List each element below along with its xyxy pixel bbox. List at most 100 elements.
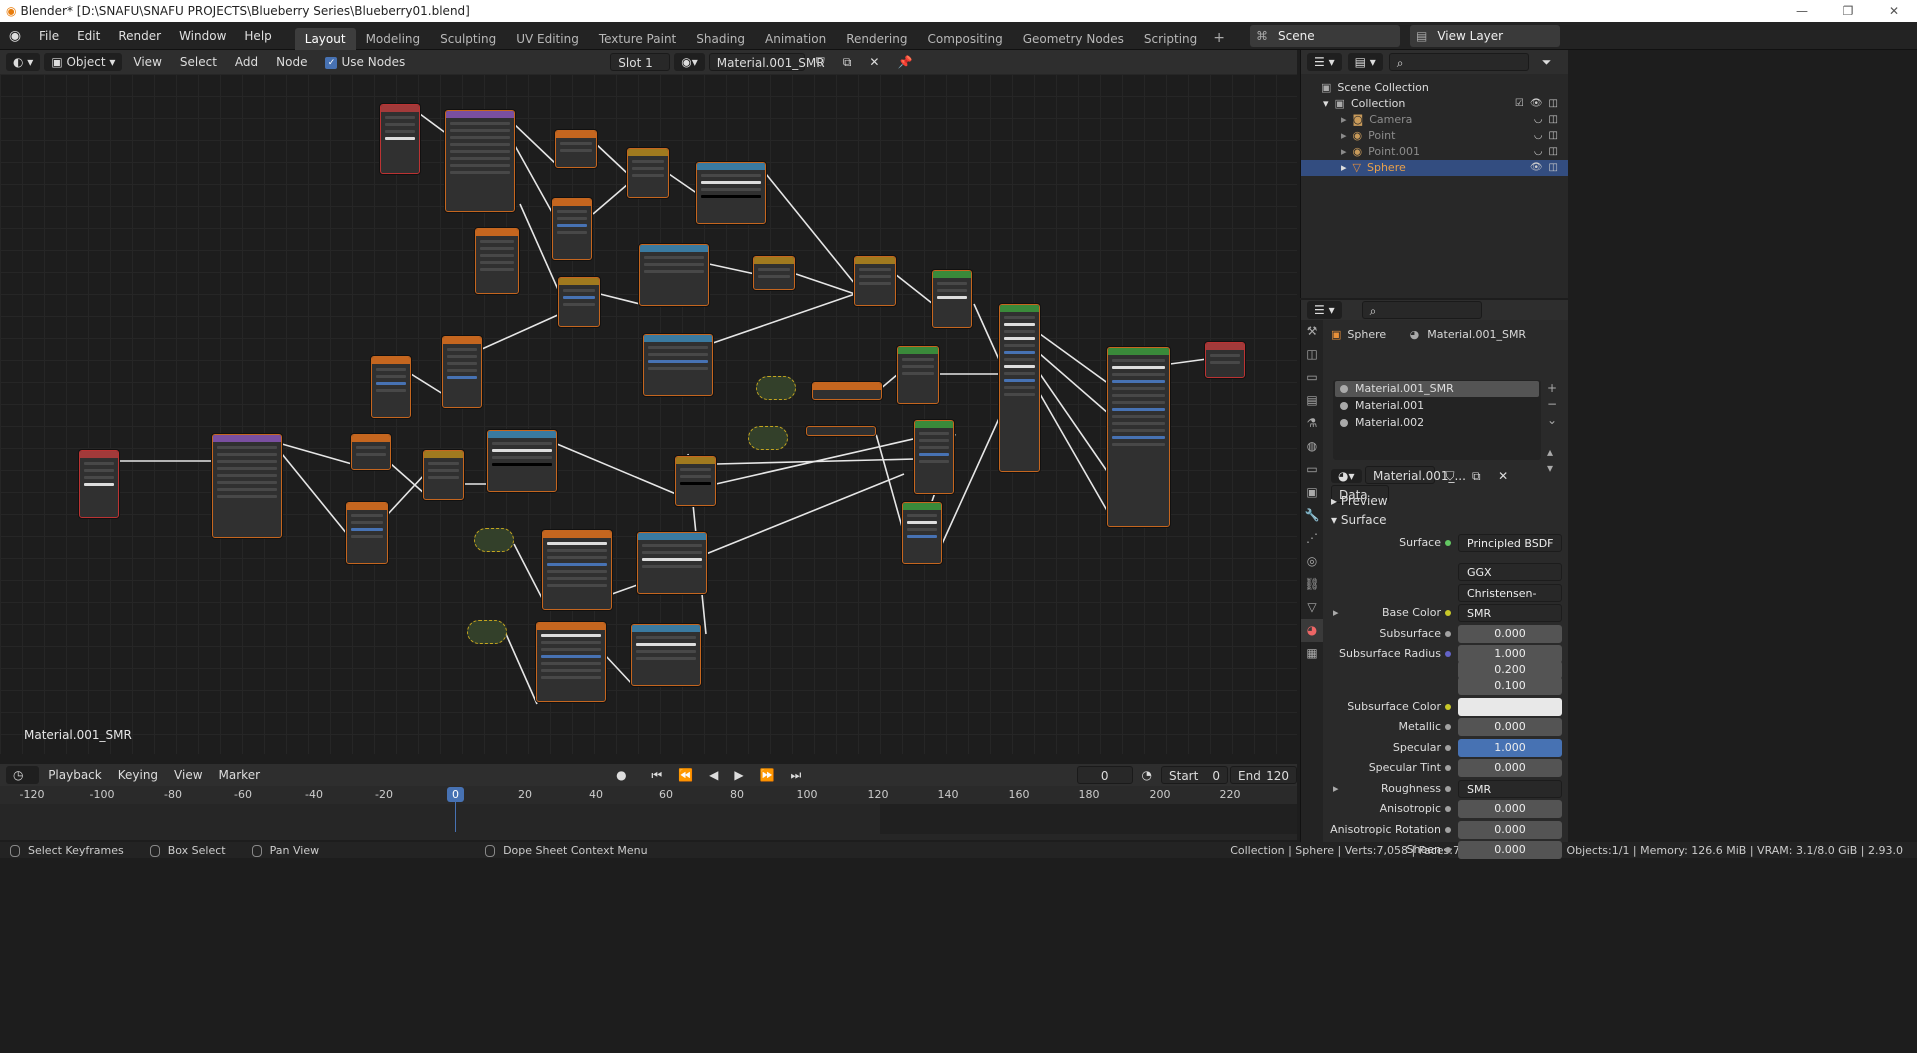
tab-texture-paint[interactable]: Texture Paint <box>589 28 686 50</box>
jump-end-button[interactable]: ⏭ <box>784 766 809 784</box>
pin-icon[interactable]: 📌 <box>890 53 919 71</box>
record-button[interactable]: ● ▾ <box>609 766 642 800</box>
play-reverse-button[interactable]: ◀ <box>702 766 725 784</box>
menu-render[interactable]: Render <box>109 22 170 50</box>
node-texture-coordinate-2[interactable] <box>79 450 119 518</box>
node-voronoi-texture[interactable] <box>442 336 482 408</box>
node-principled-bsdf[interactable] <box>1107 347 1170 527</box>
menu-playback[interactable]: Playback <box>41 766 109 784</box>
node-reroute-group-4[interactable] <box>467 620 507 644</box>
menu-add[interactable]: Add <box>228 53 265 71</box>
duplicate-material-icon[interactable]: ⧉ <box>836 53 859 71</box>
node-group-image-1[interactable] <box>812 382 882 400</box>
node-reroute-group-1[interactable] <box>756 376 796 400</box>
visibility-icons[interactable]: ☑👁◫ <box>1515 96 1564 112</box>
prop-value[interactable]: SMR <box>1458 604 1562 622</box>
prop-value[interactable]: GGX <box>1458 563 1562 581</box>
tab-physics-icon[interactable]: ◎ <box>1301 550 1323 573</box>
tab-animation[interactable]: Animation <box>755 28 836 50</box>
start-frame-field[interactable]: Start 0 <box>1161 766 1228 784</box>
node-color-ramp-3[interactable] <box>643 334 713 396</box>
fake-user-icon[interactable]: ⛉ <box>1439 469 1462 483</box>
list-item[interactable]: Material.001_SMR <box>1335 381 1539 397</box>
timeline-ruler[interactable]: -120 -100 -80 -60 -40 -20 20 40 60 80 10… <box>0 786 1297 804</box>
prop-roughness[interactable]: ▸ Roughness SMR <box>1325 780 1569 798</box>
filter-icon[interactable]: ⏷ <box>1535 53 1559 71</box>
playhead[interactable]: 0 <box>447 787 464 802</box>
duplicate-icon[interactable]: ⧉ <box>1465 469 1488 483</box>
prop-value[interactable]: 0.000 <box>1458 759 1562 777</box>
tab-scripting[interactable]: Scripting <box>1134 28 1207 50</box>
prop-anisotropic[interactable]: Anisotropic 0.000 <box>1325 800 1569 818</box>
prop-base-color[interactable]: ▸ Base Color SMR <box>1325 604 1569 622</box>
node-reroute-group-2[interactable] <box>748 426 788 450</box>
node-noise-texture-3[interactable] <box>346 502 388 564</box>
menu-select[interactable]: Select <box>173 53 224 71</box>
node-mix-1[interactable] <box>627 148 669 198</box>
list-item[interactable]: Material.001 <box>1335 398 1539 414</box>
menu-keying[interactable]: Keying <box>111 766 165 784</box>
outliner-collection[interactable]: ▾ ▣ Collection ☑👁◫ <box>1301 96 1568 112</box>
blender-menu-icon[interactable]: ◉ <box>0 28 30 44</box>
node-mix-4[interactable] <box>423 450 464 500</box>
list-item[interactable]: Material.002 <box>1335 415 1539 431</box>
tab-particles-icon[interactable]: ⋰ <box>1301 527 1323 550</box>
tab-modeling[interactable]: Modeling <box>356 28 431 50</box>
tab-shading[interactable]: Shading <box>686 28 755 50</box>
menu-timeline-view[interactable]: View <box>167 766 209 784</box>
editor-type-button[interactable]: ◐ ▾ <box>6 53 41 71</box>
prop-subsurface-color[interactable]: Subsurface Color <box>1325 698 1569 716</box>
prop-specular[interactable]: Specular 1.000 <box>1325 739 1569 757</box>
expand-icon[interactable]: ▸ <box>1333 606 1339 619</box>
prop-value[interactable]: 0.000 <box>1458 625 1562 643</box>
unlink-material-icon[interactable]: ✕ <box>862 53 886 71</box>
node-smr-roughness[interactable] <box>932 270 972 328</box>
tab-rendering[interactable]: Rendering <box>836 28 917 50</box>
tab-compositing[interactable]: Compositing <box>917 28 1012 50</box>
node-mix-5[interactable] <box>675 456 716 506</box>
menu-window[interactable]: Window <box>170 22 235 50</box>
tab-uv-editing[interactable]: UV Editing <box>506 28 589 50</box>
prop-specular-tint[interactable]: Specular Tint 0.000 <box>1325 759 1569 777</box>
menu-marker[interactable]: Marker <box>212 766 267 784</box>
node-mapping[interactable] <box>445 110 515 212</box>
node-noise-texture-2[interactable] <box>371 356 411 418</box>
node-mix-3[interactable] <box>854 256 896 306</box>
tab-constraints-icon[interactable]: ⛓ <box>1301 573 1323 596</box>
node-smr-image-texture-2[interactable] <box>536 622 606 702</box>
stopwatch-icon[interactable]: ◔ <box>1135 766 1159 784</box>
node-color-ramp-4[interactable] <box>487 430 557 492</box>
outliner-item-sphere[interactable]: ▸ ▽ Sphere 👁◫ <box>1301 160 1568 176</box>
tab-layout[interactable]: Layout <box>294 27 356 50</box>
material-slot-list[interactable]: Material.001_SMR Material.001 Material.0… <box>1333 380 1541 460</box>
menu-help[interactable]: Help <box>235 22 280 50</box>
node-color-ramp-2[interactable] <box>639 244 709 306</box>
outliner-item-point-001[interactable]: ▸ ◉ Point.001 ◡◫ <box>1301 144 1568 160</box>
tab-modifier-icon[interactable]: 🔧 <box>1301 504 1323 527</box>
material-browse-icon[interactable]: ◉▾ <box>674 53 705 71</box>
tab-data-icon[interactable]: ▽ <box>1301 596 1323 619</box>
menu-node[interactable]: Node <box>269 53 314 71</box>
menu-edit[interactable]: Edit <box>68 22 109 50</box>
node-gradient-texture[interactable] <box>555 130 597 168</box>
close-button[interactable]: ✕ <box>1871 0 1917 22</box>
prop-value[interactable]: 0.000 <box>1458 841 1562 859</box>
visibility-icons[interactable]: ◡◫ <box>1534 144 1564 160</box>
play-button[interactable]: ▶ <box>727 766 750 784</box>
node-noise-texture-1[interactable] <box>552 198 592 260</box>
node-editor-canvas[interactable]: Material.001_SMR <box>0 74 1297 754</box>
prop-value[interactable]: SMR <box>1458 780 1562 798</box>
node-color-ramp-6[interactable] <box>631 624 701 686</box>
tab-texture-icon[interactable]: ▦ <box>1301 642 1323 665</box>
node-mix-2[interactable] <box>558 277 600 327</box>
display-mode-dropdown[interactable]: ▤ ▾ <box>1347 53 1383 71</box>
tab-collection-icon[interactable]: ▭ <box>1301 458 1323 481</box>
shader-type-dropdown[interactable]: ▣ Object ▾ <box>44 53 123 71</box>
use-nodes-checkbox[interactable]: ✓ Use Nodes <box>318 53 412 71</box>
view-layer-selector[interactable]: ▤ View Layer <box>1410 25 1560 47</box>
prev-keyframe-button[interactable]: ⏪ <box>671 766 700 784</box>
prop-value[interactable]: 0.100 <box>1458 677 1562 695</box>
prop-subsurface[interactable]: Subsurface 0.000 <box>1325 625 1569 643</box>
node-texture-coordinate[interactable] <box>380 104 420 174</box>
menu-file[interactable]: File <box>30 22 68 50</box>
